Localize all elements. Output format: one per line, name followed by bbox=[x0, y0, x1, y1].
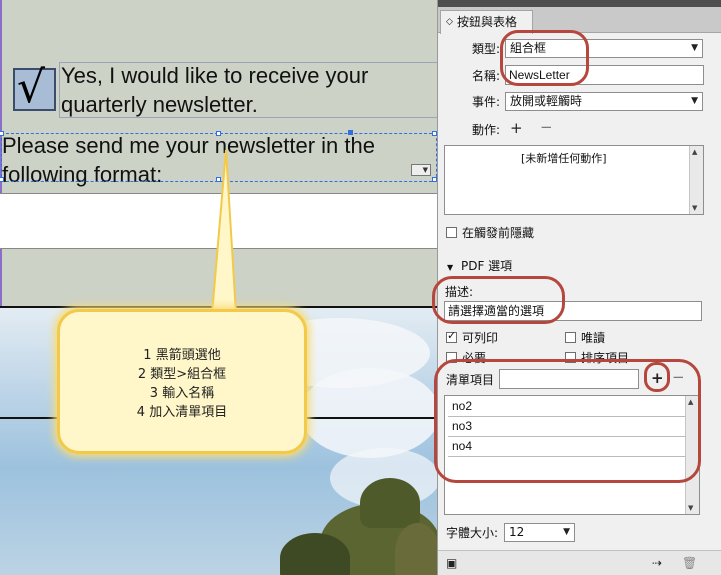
printable-label: 可列印 bbox=[462, 331, 499, 345]
callout-line-1: 1 黑箭頭選他 bbox=[143, 348, 221, 363]
pdf-options-heading[interactable]: ▼ PDF 選項 bbox=[447, 258, 512, 276]
hide-until-triggered-checkbox[interactable] bbox=[446, 227, 457, 238]
pdf-options-label: PDF 選項 bbox=[460, 259, 513, 273]
preview-icon[interactable]: ▣ bbox=[446, 555, 457, 571]
printable-checkbox[interactable] bbox=[446, 329, 457, 343]
trash-icon[interactable]: 🗑 bbox=[682, 555, 697, 571]
resize-handle-tm[interactable] bbox=[216, 131, 221, 136]
annotation-oval-type-name bbox=[500, 30, 589, 86]
callout-line-2: 2 類型>組合框 bbox=[137, 367, 227, 382]
readonly-checkbox[interactable] bbox=[565, 332, 576, 343]
chevron-down-icon: ▼ bbox=[691, 43, 698, 53]
callout-line-3: 3 輸入名稱 bbox=[149, 386, 215, 401]
action-label: 動作: bbox=[472, 123, 501, 137]
convert-object-icon[interactable]: ⇢ bbox=[652, 555, 662, 571]
scroll-down-icon[interactable]: ▼ bbox=[692, 204, 697, 212]
panel-title-bar[interactable] bbox=[438, 0, 721, 7]
document-checkbox[interactable]: √ bbox=[13, 62, 56, 113]
disclosure-triangle-icon: ▼ bbox=[447, 263, 454, 272]
event-select-value: 放開或輕觸時 bbox=[510, 94, 583, 108]
panel-footer: ▣ ⇢ 🗑 bbox=[438, 550, 721, 575]
scroll-up-icon[interactable]: ▲ bbox=[692, 148, 697, 156]
collapse-arrows-icon[interactable]: ◇ bbox=[446, 11, 453, 33]
callout-line-4: 4 加入清單項目 bbox=[136, 405, 228, 420]
chevron-down-icon: ▼ bbox=[691, 96, 698, 106]
resize-handle-tl[interactable] bbox=[0, 131, 4, 136]
consent-text-line-2: quarterly newsletter. bbox=[61, 92, 258, 117]
consent-text-line-1: Yes, I would like to receive your bbox=[61, 63, 369, 88]
add-action-icon[interactable]: + bbox=[510, 120, 523, 136]
event-label: 事件: bbox=[472, 95, 501, 109]
action-empty-text: [未新增任何動作] bbox=[521, 152, 607, 165]
annotation-oval-description bbox=[432, 276, 565, 324]
instruction-callout: 1 黑箭頭選他 2 類型>組合框 3 輸入名稱 4 加入清單項目 bbox=[57, 309, 307, 454]
resize-handle-center-point[interactable] bbox=[348, 130, 353, 135]
annotation-oval-list-items bbox=[434, 359, 701, 483]
combo-dropdown-icon[interactable]: ▼ bbox=[411, 164, 431, 176]
panel-tab-strip: ◇ 按鈕與表格 bbox=[438, 7, 721, 34]
chevron-down-icon: ▼ bbox=[563, 527, 570, 537]
buttons-forms-panel: ◇ 按鈕與表格 類型: 組合框 ▼ 名稱: NewsLetter 事件: 放開或… bbox=[432, 0, 721, 575]
resize-handle-bl[interactable] bbox=[0, 177, 4, 182]
hide-until-triggered-label: 在觸發前隱藏 bbox=[462, 226, 535, 240]
event-select[interactable]: 放開或輕觸時 ▼ bbox=[505, 92, 703, 111]
tab-label: 按鈕與表格 bbox=[457, 15, 518, 29]
action-list[interactable]: [未新增任何動作] ▲ ▼ bbox=[444, 145, 704, 215]
font-size-value: 12 bbox=[509, 525, 525, 539]
check-mark-icon: √ bbox=[17, 62, 46, 113]
font-size-select[interactable]: 12 ▼ bbox=[504, 523, 575, 542]
type-label: 類型: bbox=[472, 42, 501, 56]
action-list-scrollbar[interactable]: ▲ ▼ bbox=[689, 146, 703, 214]
font-size-label: 字體大小: bbox=[446, 526, 499, 540]
scroll-down-icon[interactable]: ▼ bbox=[688, 504, 693, 512]
callout-pointer bbox=[210, 150, 238, 314]
name-label: 名稱: bbox=[472, 69, 501, 83]
remove-action-icon[interactable]: − bbox=[540, 119, 553, 135]
readonly-label: 唯讀 bbox=[581, 331, 606, 345]
document-canvas[interactable]: √ Yes, I would like to receive your quar… bbox=[0, 0, 437, 575]
